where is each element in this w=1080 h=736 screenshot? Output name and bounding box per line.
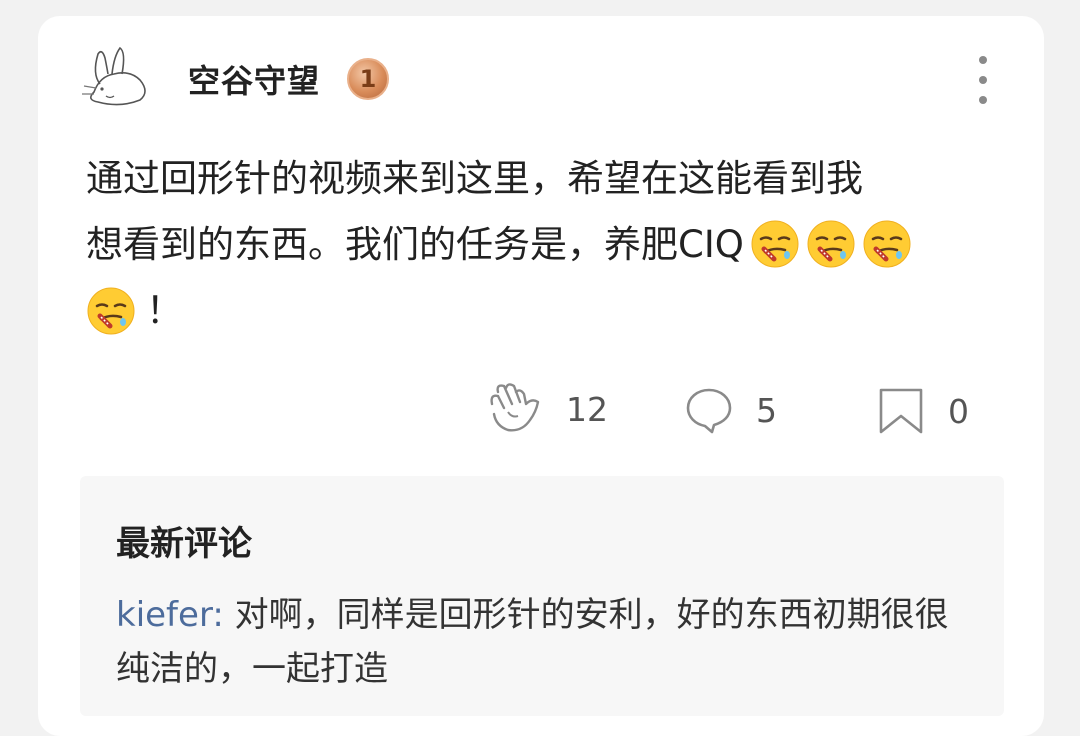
rabbit-avatar-icon [82,46,146,106]
avatar[interactable] [80,44,154,110]
comment-item[interactable]: kiefer: 对啊，同样是回形针的安利，好的东西初期很很纯洁的，一起打造 [116,588,976,696]
post-body: 通过回形针的视频来到这里，希望在这能看到我 想看到的东西。我们的任务是，养肥CI… [86,146,1006,344]
post-actions: 12 5 0 [0,382,1080,442]
post-text-line-3: ！ [86,278,1006,344]
bookmark-count: 0 [948,391,969,431]
latest-comments-panel: 最新评论 kiefer: 对啊，同样是回形针的安利，好的东西初期很很纯洁的，一起… [80,476,1004,716]
post-text-trailing: ！ [146,289,183,332]
dot [979,96,987,104]
bookmark-icon [879,388,923,434]
comment-author[interactable]: kiefer [116,595,212,635]
comment-separator: : [212,595,235,635]
drooling-face-emoji-icon [86,286,136,336]
latest-comments-title: 最新评论 [116,524,252,564]
bookmark-button[interactable]: 0 [876,386,969,436]
username[interactable]: 空谷守望 [188,56,320,102]
more-options-icon[interactable] [970,56,996,104]
drooling-face-emoji-icon [806,219,856,269]
drooling-face-emoji-icon [750,219,800,269]
dot [979,56,987,64]
like-button[interactable]: 12 [486,382,608,436]
post-text-line-2: 想看到的东西。我们的任务是，养肥CIQ [86,212,1006,278]
post-text-line-2-text: 想看到的东西。我们的任务是，养肥CIQ [86,223,744,266]
comment-body: 对啊，同样是回形针的安利，好的东西初期很很纯洁的，一起打造 [116,595,949,689]
drooling-face-emoji-icon [862,219,912,269]
like-count: 12 [566,389,608,429]
comment-bubble-icon [686,388,732,434]
level-badge: 1 [347,58,389,100]
comment-count: 5 [756,390,777,430]
clap-hand-icon [490,383,540,432]
comment-button[interactable]: 5 [684,386,777,434]
post-text-line-1: 通过回形针的视频来到这里，希望在这能看到我 [86,157,863,200]
dot [979,76,987,84]
